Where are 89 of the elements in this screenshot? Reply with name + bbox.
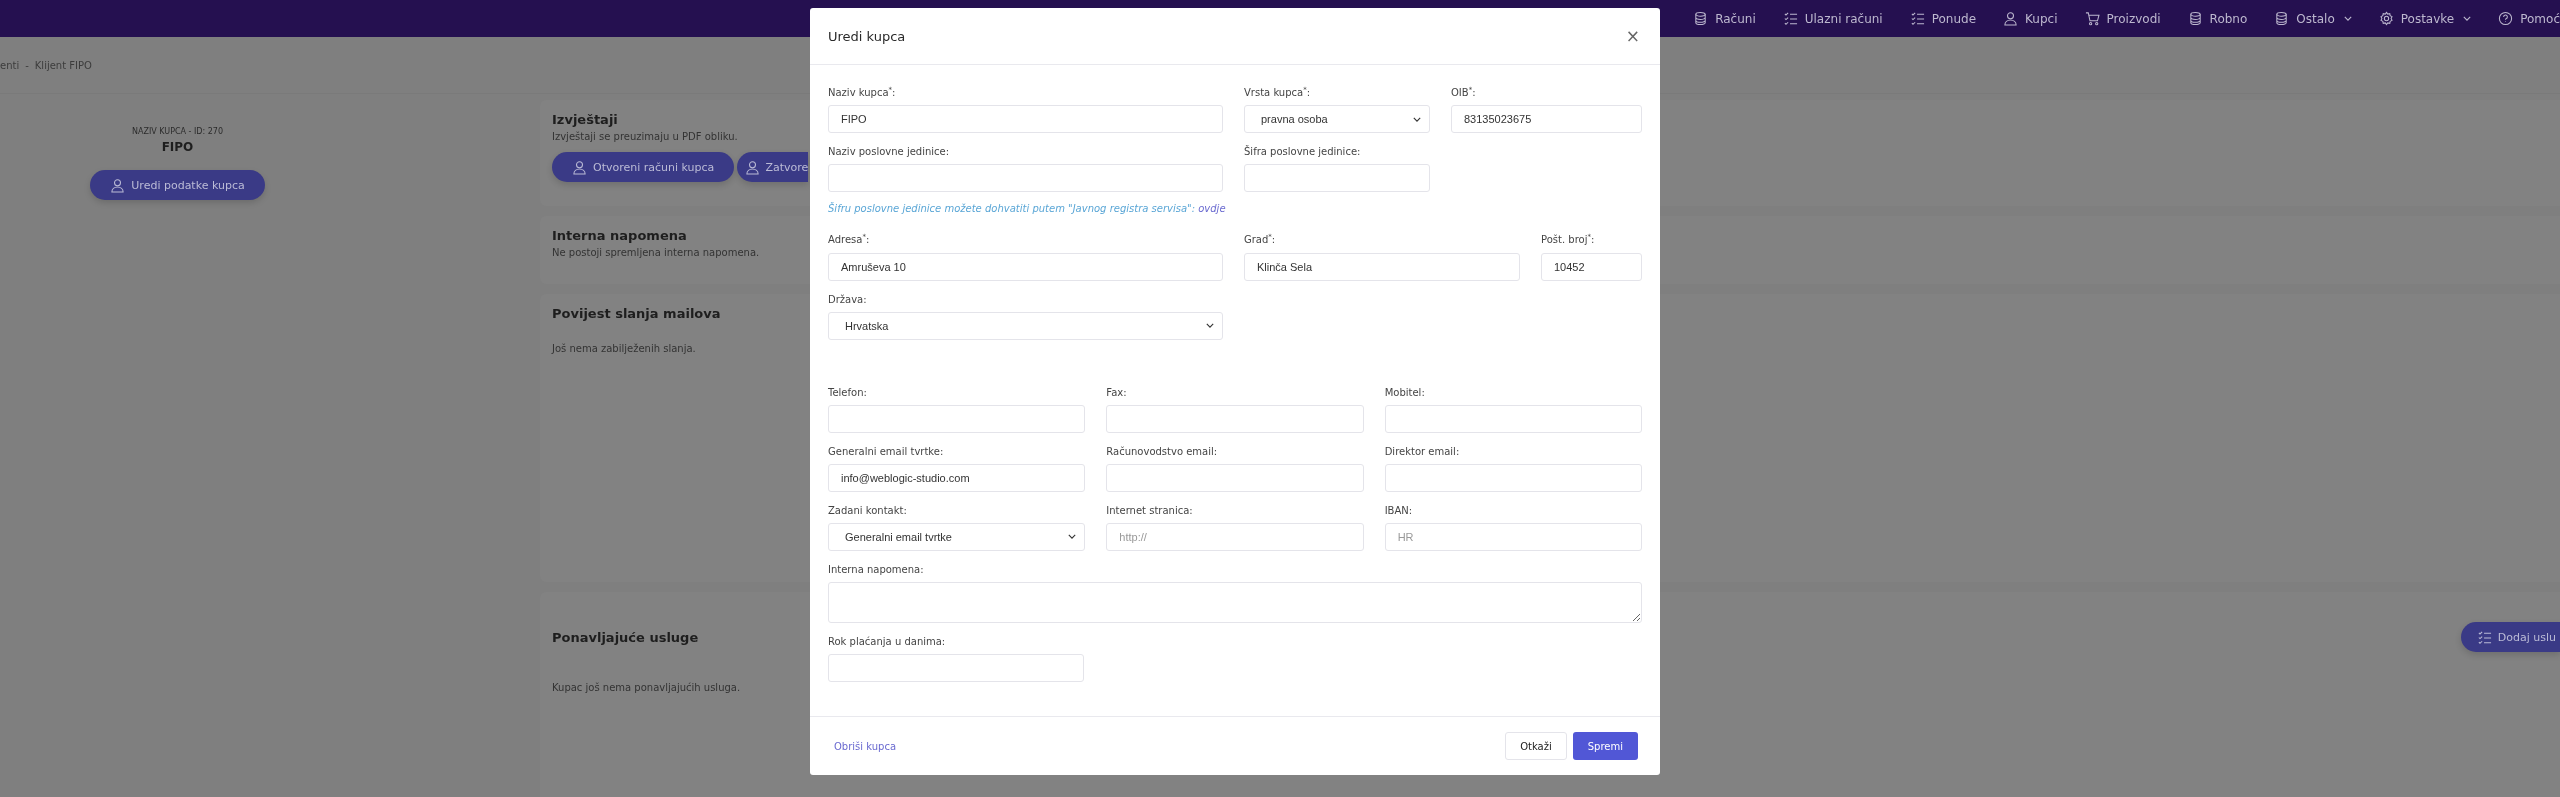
- user-icon: [745, 159, 761, 175]
- field-label: OIB$^{*}$:: [1451, 86, 1477, 99]
- input-field[interactable]: Amruševa 10: [828, 252, 1223, 281]
- nav-menu-item[interactable]: Robno: [2187, 11, 2248, 26]
- card-title: Ponavljajuće usluge: [552, 629, 699, 645]
- nav-menu-item[interactable]: Ostalo: [2274, 11, 2352, 26]
- link[interactable]: ovdje: [1198, 203, 1226, 215]
- textarea-field[interactable]: [828, 581, 1642, 623]
- stack-icon: [2274, 11, 2290, 26]
- nav-menu-item[interactable]: Proizvodi: [2084, 11, 2161, 26]
- delete-customer-link[interactable]: Obriši kupca: [834, 740, 897, 752]
- nav-menu-item[interactable]: Kupci: [2003, 11, 2058, 26]
- card-text: Kupac još nema ponavljajućih usluga.: [552, 682, 741, 693]
- input-field[interactable]: [828, 404, 1086, 433]
- field-label: Mobitel:: [1384, 386, 1426, 398]
- field-label: Šifra poslovne jedinice:: [1244, 146, 1362, 158]
- card-text: Ne postoji spremljena interna napomena.: [552, 247, 760, 258]
- chevron-icon: [1206, 323, 1214, 329]
- input-field[interactable]: HR: [1384, 522, 1642, 551]
- field-label: Računovodstvo email:: [1106, 445, 1219, 457]
- stack-icon: [1693, 11, 1709, 26]
- cancel-button[interactable]: Otkaži: [1505, 732, 1567, 760]
- edit-customer-button[interactable]: Uredi podatke kupca: [90, 170, 265, 200]
- input-field[interactable]: Klinča Sela: [1244, 252, 1520, 281]
- customer-caption: NAZIV KUPCA - ID: 270: [131, 127, 224, 136]
- close-button[interactable]: ×: [1623, 26, 1642, 46]
- caret-icon: [2343, 16, 2352, 21]
- field-label: Interna napomena:: [828, 563, 925, 575]
- stack-icon: [2187, 11, 2203, 26]
- card-text: Još nema zabilježenih slanja.: [552, 343, 696, 354]
- input-field[interactable]: http://: [1106, 522, 1364, 551]
- field-label: Vrsta kupca$^{*}$:: [1244, 86, 1312, 99]
- report-button[interactable]: Otvoreni računi kupca: [552, 152, 735, 182]
- field-label: Naziv kupca$^{*}$:: [828, 86, 897, 99]
- card-text: Izvještaji se preuzimaju u PDF obliku.: [552, 131, 738, 142]
- input-field[interactable]: [828, 653, 1084, 682]
- help-icon: [2498, 11, 2514, 26]
- field-label: IBAN:: [1384, 504, 1414, 516]
- nav-menu-item[interactable]: Postavke: [2378, 11, 2472, 26]
- field-label: Adresa$^{*}$:: [828, 233, 871, 246]
- nav-menu-item[interactable]: Računi: [1693, 11, 1756, 26]
- add-service-button[interactable]: Dodaj uslu: [2460, 622, 2560, 652]
- dropdown-field[interactable]: pravna osoba: [1244, 105, 1430, 134]
- nav-menu-item[interactable]: Ponude: [1909, 11, 1977, 26]
- nav-menu-item[interactable]: Pomoć: [2498, 11, 2560, 26]
- field-label: Generalni email tvrtke:: [828, 445, 945, 457]
- card-title: Interna napomena: [552, 228, 687, 243]
- save-button[interactable]: Spremi: [1572, 732, 1638, 760]
- checklist-icon: [2476, 629, 2492, 645]
- input-field[interactable]: [1106, 463, 1364, 492]
- user-icon: [2003, 11, 2019, 26]
- dialog-title: Uredi kupca: [828, 28, 906, 44]
- field-label: Rok plaćanja u danima:: [828, 635, 947, 647]
- dropdown-field[interactable]: Hrvatska: [828, 311, 1223, 340]
- input-field[interactable]: [1244, 164, 1430, 193]
- field-label: Naziv poslovne jedinice:: [828, 146, 951, 158]
- input-field[interactable]: 83135023675: [1451, 105, 1642, 134]
- input-field[interactable]: [828, 164, 1223, 193]
- card-title: Povijest slanja mailova: [552, 306, 721, 321]
- field-label: Direktor email:: [1384, 445, 1461, 457]
- input-field[interactable]: [1384, 463, 1642, 492]
- gear-icon: [2378, 11, 2394, 26]
- breadcrumb-separator: -: [25, 59, 29, 71]
- user-icon: [110, 177, 126, 193]
- field-label: Internet stranica:: [1106, 504, 1194, 516]
- user-icon: [572, 159, 587, 175]
- cart-icon: [2084, 11, 2100, 26]
- dropdown-field[interactable]: Generalni email tvrtke: [828, 522, 1086, 551]
- field-label: Fax:: [1106, 386, 1128, 398]
- hint-text: Šifru poslovne jedinice možete dohvatiti putem "Javnog registra servisa": ovdje: [828, 203, 1227, 215]
- chevron-icon: [1068, 534, 1077, 540]
- nav-menu-item[interactable]: Ulazni računi: [1782, 11, 1883, 26]
- input-field[interactable]: FIPO: [828, 105, 1223, 134]
- field-label: Pošt. broj$^{*}$:: [1541, 233, 1596, 246]
- report-button[interactable]: Zatvore: [737, 152, 809, 182]
- input-field[interactable]: info@weblogic-studio.com: [828, 463, 1086, 492]
- field-label: Država:: [828, 293, 868, 305]
- customer-name: FIPO: [161, 140, 194, 154]
- field-label: Grad$^{*}$:: [1244, 233, 1277, 246]
- chevron-icon: [1413, 116, 1421, 122]
- field-label: Telefon:: [828, 386, 868, 398]
- card-title: Izvještaji: [552, 112, 618, 127]
- input-field[interactable]: [1106, 404, 1364, 433]
- caret-icon: [2463, 16, 2472, 21]
- list-icon: [1909, 11, 1925, 26]
- field-label: Zadani kontakt:: [828, 504, 908, 516]
- input-field[interactable]: [1384, 404, 1642, 433]
- input-field[interactable]: 10452: [1541, 252, 1642, 281]
- list-icon: [1782, 11, 1798, 26]
